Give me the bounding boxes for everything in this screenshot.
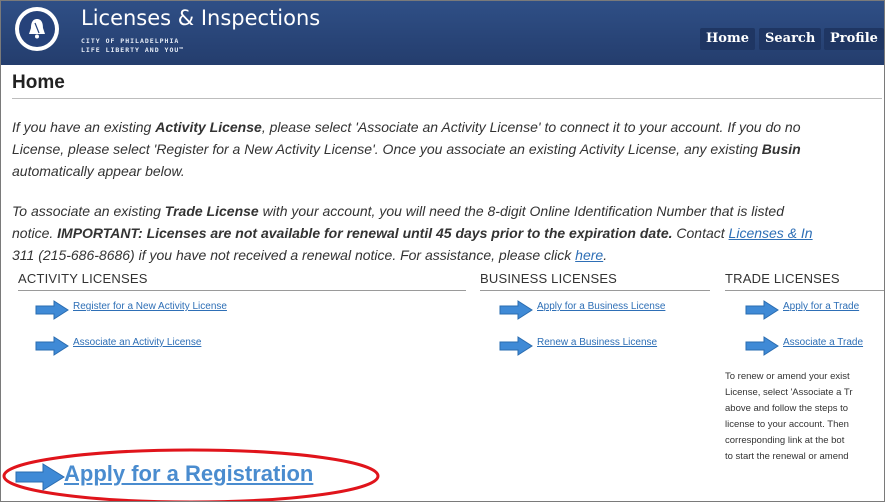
apply-registration-link[interactable]: Apply for a Registration (64, 461, 313, 487)
trade-note-line-2: notice. IMPORTANT: Licenses are not avai… (12, 225, 813, 241)
trade-licenses-heading: TRADE LICENSES (725, 271, 840, 286)
apply-registration-callout[interactable]: Apply for a Registration (1, 448, 383, 501)
business-licenses-heading: BUSINESS LICENSES (480, 271, 618, 286)
activity-divider (18, 290, 466, 291)
assistance-here-link[interactable]: here (575, 247, 603, 263)
arrow-right-icon (745, 300, 779, 320)
trade-note-line-3: 311 (215-686-8686) if you have not recei… (12, 247, 608, 263)
brand-subtitle: CITY OF PHILADELPHIA (81, 37, 180, 45)
title-divider (12, 98, 882, 99)
app-frame: Licenses & Inspections CITY OF PHILADELP… (0, 0, 885, 502)
arrow-right-icon (35, 300, 69, 320)
intro-line-3: automatically appear below. (12, 163, 185, 179)
site-header: Licenses & Inspections CITY OF PHILADELP… (1, 1, 884, 65)
trade-help-text: To renew or amend your exist License, se… (725, 371, 853, 462)
liberty-bell-logo-icon[interactable] (15, 7, 59, 51)
arrow-right-icon (745, 336, 779, 356)
nav-search[interactable]: Search (759, 28, 822, 50)
nav-home[interactable]: Home (700, 28, 755, 50)
intro-line-1: If you have an existing Activity License… (12, 119, 801, 135)
arrow-right-icon (499, 336, 533, 356)
register-activity-license-link[interactable]: Register for a New Activity License (73, 301, 227, 312)
apply-business-license-link[interactable]: Apply for a Business License (537, 301, 665, 312)
activity-licenses-heading: ACTIVITY LICENSES (18, 271, 148, 286)
associate-trade-license-link[interactable]: Associate a Trade (783, 337, 863, 348)
brand-title[interactable]: Licenses & Inspections (81, 6, 320, 30)
renew-business-license-link[interactable]: Renew a Business License (537, 337, 657, 348)
nav-profile[interactable]: Profile (824, 28, 884, 50)
trade-divider (725, 290, 884, 291)
page-title: Home (12, 72, 65, 93)
intro-line-2: License, please select 'Register for a N… (12, 141, 801, 157)
trade-note-line-1: To associate an existing Trade License w… (12, 203, 784, 219)
apply-trade-license-link[interactable]: Apply for a Trade (783, 301, 859, 312)
brand-tagline: LIFE LIBERTY AND YOU™ (81, 46, 185, 54)
associate-activity-license-link[interactable]: Associate an Activity License (73, 337, 201, 348)
arrow-right-icon (499, 300, 533, 320)
contact-li-link[interactable]: Licenses & In (729, 225, 813, 241)
arrow-right-icon (15, 463, 65, 491)
business-divider (480, 290, 710, 291)
arrow-right-icon (35, 336, 69, 356)
